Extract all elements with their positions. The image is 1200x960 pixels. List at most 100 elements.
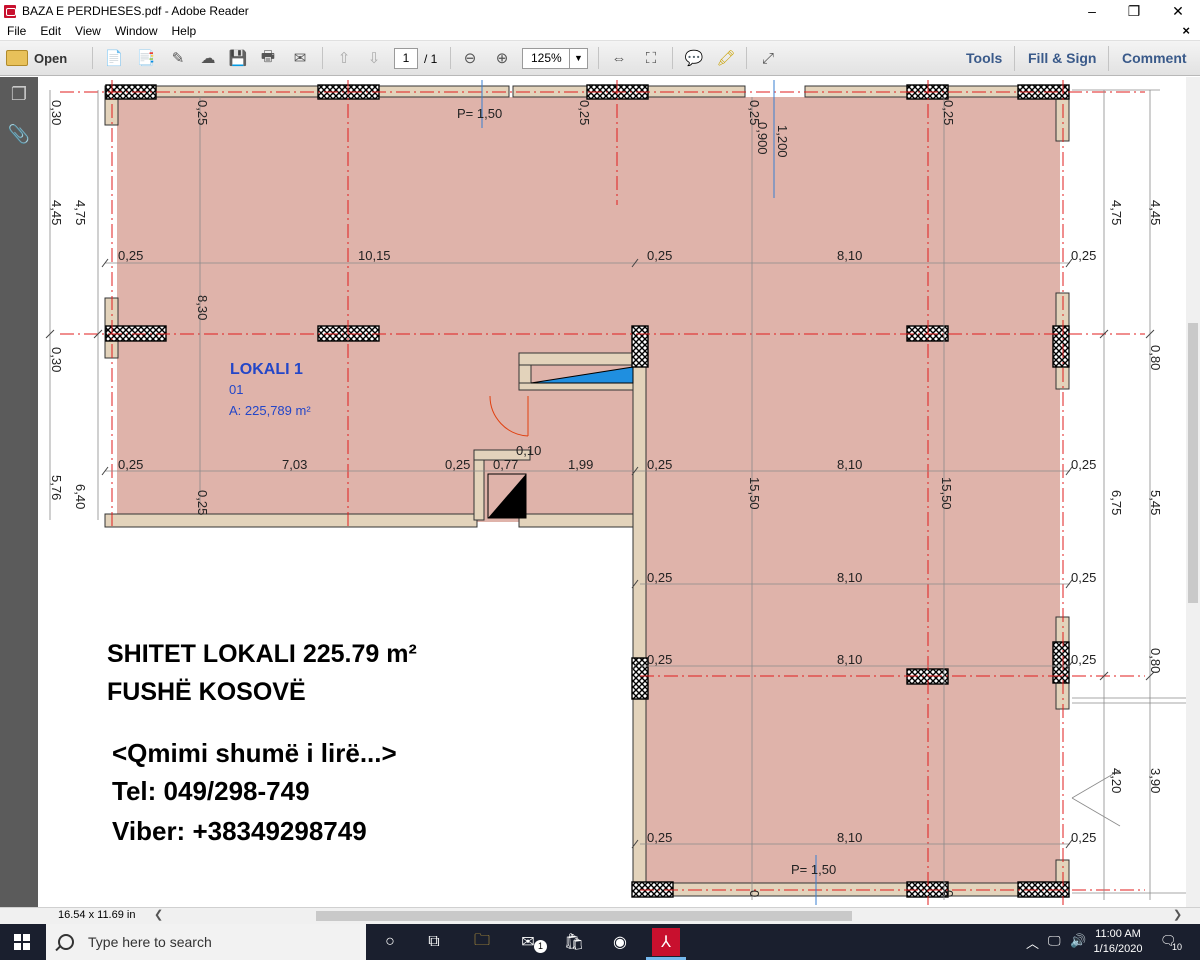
menu-edit[interactable]: Edit xyxy=(33,24,68,38)
system-clock[interactable]: 11:00 AM 1/16/2020 xyxy=(1090,927,1146,957)
close-document-button[interactable]: × xyxy=(1182,23,1190,38)
task-view-icon[interactable]: ⧉ xyxy=(420,930,448,954)
tools-pane-button[interactable]: Tools xyxy=(966,50,1002,66)
dim-label: 6,75 xyxy=(1109,490,1124,515)
page-thumbnails-icon[interactable]: ❐ xyxy=(9,83,29,105)
menu-help[interactable]: Help xyxy=(165,24,204,38)
page-number-input[interactable]: 1 xyxy=(394,48,418,69)
dim-label: 7,03 xyxy=(282,457,307,472)
minimize-button[interactable]: – xyxy=(1070,0,1114,22)
menu-window[interactable]: Window xyxy=(108,24,165,38)
acrobat-taskbar-icon[interactable]: ⅄ xyxy=(652,928,680,956)
separator xyxy=(1108,46,1109,71)
attachments-paperclip-icon[interactable]: 📎 xyxy=(8,123,30,145)
dim-label: 0,80 xyxy=(1148,648,1163,673)
chevron-down-icon[interactable]: ▼ xyxy=(569,49,587,68)
dim-label: 0,30 xyxy=(49,347,64,372)
menu-view[interactable]: View xyxy=(68,24,108,38)
menu-file[interactable]: File xyxy=(0,24,33,38)
highlight-text-icon[interactable]: 🖍 xyxy=(714,47,738,69)
next-page-icon[interactable]: ⇩ xyxy=(362,47,386,69)
taskbar-search-box[interactable]: Type here to search xyxy=(46,924,366,960)
search-placeholder: Type here to search xyxy=(88,934,212,950)
fit-page-icon[interactable]: ⛶ xyxy=(639,47,663,69)
horizontal-scroll-thumb[interactable] xyxy=(316,911,852,921)
expand-icon[interactable]: ⤢ xyxy=(756,47,780,69)
room-area: A: 225,789 m² xyxy=(229,403,311,418)
scroll-left-arrow-icon[interactable]: ❮ xyxy=(154,908,163,921)
dim-label: 0 xyxy=(941,890,956,897)
volume-icon[interactable]: 🔊 xyxy=(1070,933,1086,949)
advert-viber: Viber: +38349298749 xyxy=(112,816,367,846)
scroll-right-arrow-icon[interactable]: ❯ xyxy=(1173,908,1182,921)
network-icon[interactable]: 🖵 xyxy=(1048,933,1061,949)
dim-label: 0,25 xyxy=(647,248,672,263)
cortana-icon[interactable]: ○ xyxy=(376,930,404,954)
comment-pane-button[interactable]: Comment xyxy=(1122,50,1187,66)
parapet-top-label: P= 1,50 xyxy=(457,106,502,121)
sticky-note-icon[interactable]: 💬 xyxy=(682,47,706,69)
print-icon[interactable]: 🖶 xyxy=(256,47,280,69)
combine-files-icon[interactable]: 📑 xyxy=(134,47,158,69)
dim-label: 1,200 xyxy=(775,125,790,158)
dim-label: 0,25 xyxy=(577,100,592,125)
email-icon[interactable]: ✉ xyxy=(288,47,312,69)
dim-label: 8,10 xyxy=(837,830,862,845)
notification-count: 10 xyxy=(1172,942,1183,952)
edit-pdf-icon[interactable]: ✎ xyxy=(166,47,190,69)
advert-price-note: <Qmimi shumë i lirë...> xyxy=(112,738,397,768)
dim-label: 5,45 xyxy=(1148,490,1163,515)
zoom-value: 125% xyxy=(531,51,562,65)
dim-label: 15,50 xyxy=(939,477,954,510)
zoom-in-icon[interactable]: ⊕ xyxy=(490,47,514,69)
dim-label: 0,25 xyxy=(118,457,143,472)
dim-label: 8,10 xyxy=(837,248,862,263)
dim-label: 4,45 xyxy=(49,200,64,225)
dim-label: 4,45 xyxy=(1148,200,1163,225)
upload-cloud-icon[interactable]: ☁ xyxy=(196,47,220,69)
toolbar: Open 📄 📑 ✎ ☁ 💾 🖶 ✉ ⇧ ⇩ 1 / 1 ⊖ ⊕ 125% ▼ … xyxy=(0,41,1200,76)
file-explorer-icon[interactable]: 🗀 xyxy=(468,930,496,954)
dim-label: 8,30 xyxy=(195,295,210,320)
dim-label: 8,10 xyxy=(837,457,862,472)
room-number: 01 xyxy=(229,382,243,397)
open-button[interactable]: Open xyxy=(6,47,67,69)
fit-width-icon[interactable]: ⇔ xyxy=(607,47,631,69)
document-view[interactable]: 0,25 10,15 0,25 8,10 0,25 0,25 7,03 0,25… xyxy=(38,77,1186,907)
save-icon[interactable]: 💾 xyxy=(226,47,250,69)
restore-button[interactable]: ❐ xyxy=(1112,0,1156,22)
dim-label: 0,25 xyxy=(941,100,956,125)
zoom-out-icon[interactable]: ⊖ xyxy=(458,47,482,69)
previous-page-icon[interactable]: ⇧ xyxy=(332,47,356,69)
dim-label: 0 xyxy=(747,890,762,897)
advert-phone: Tel: 049/298-749 xyxy=(112,776,310,806)
dim-label: 0,25 xyxy=(647,570,672,585)
taskbar: Type here to search ○ ⧉ 🗀 ✉ 1 🛍 ◉ ⅄ ︿ 🖵 … xyxy=(0,924,1200,960)
page-total: / 1 xyxy=(424,52,438,66)
show-hidden-icons-chevron-icon[interactable]: ︿ xyxy=(1026,933,1039,952)
close-button[interactable]: ✕ xyxy=(1156,0,1200,22)
room-name: LOKALI 1 xyxy=(230,361,303,378)
windows-start-icon[interactable] xyxy=(14,934,30,950)
dim-label: 15,50 xyxy=(747,477,762,510)
dim-label: 0,30 xyxy=(49,100,64,125)
dim-label: 0,77 xyxy=(493,457,518,472)
store-icon[interactable]: 🛍 xyxy=(560,930,588,954)
dim-label: 8,10 xyxy=(837,570,862,585)
vertical-scrollbar[interactable] xyxy=(1186,77,1200,907)
advert-location: FUSHË KOSOVË xyxy=(107,678,306,706)
dim-label: 0,10 xyxy=(516,443,541,458)
dim-label: 0,25 xyxy=(445,457,470,472)
advert-title: SHITET LOKALI 225.79 m² xyxy=(107,640,417,668)
separator xyxy=(92,47,93,69)
floor-plan-drawing: 0,25 10,15 0,25 8,10 0,25 0,25 7,03 0,25… xyxy=(45,80,1186,905)
fill-sign-pane-button[interactable]: Fill & Sign xyxy=(1028,50,1096,66)
status-bar: 16.54 x 11.69 in ❮ ❯ xyxy=(0,907,1200,924)
zoom-select[interactable]: 125% ▼ xyxy=(522,48,588,69)
create-pdf-icon[interactable]: 📄 xyxy=(102,47,126,69)
vertical-scroll-thumb[interactable] xyxy=(1188,323,1198,603)
dim-label: 10,15 xyxy=(358,248,391,263)
dim-label: 0,25 xyxy=(1071,457,1096,472)
mail-badge: 1 xyxy=(534,940,547,953)
chrome-icon[interactable]: ◉ xyxy=(606,930,634,954)
